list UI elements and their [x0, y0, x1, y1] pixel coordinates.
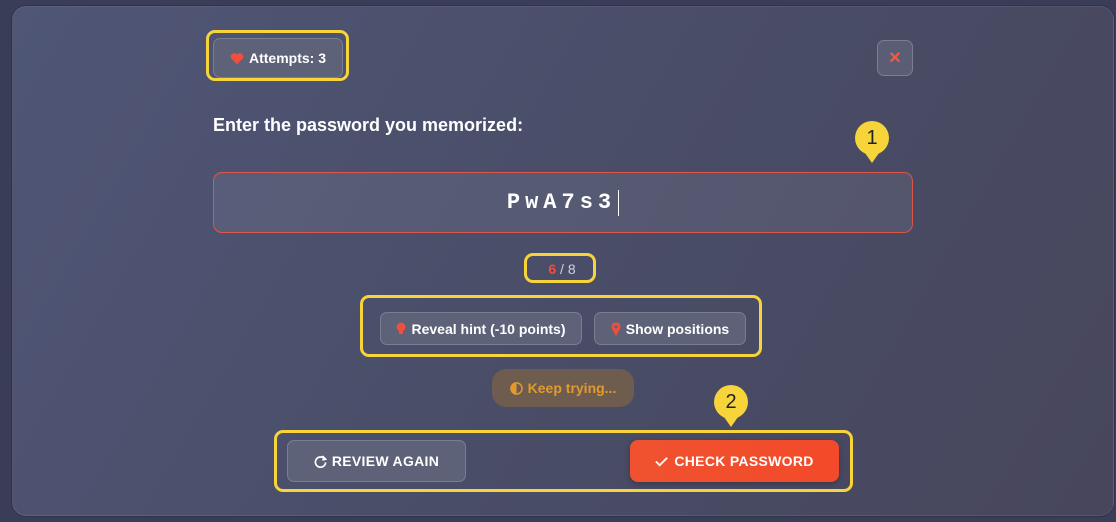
prompt-label: Enter the password you memorized:	[213, 115, 524, 135]
marker-2-label: 2	[725, 390, 737, 413]
map-pin-icon	[611, 321, 621, 336]
counter-total: 8	[567, 261, 576, 277]
close-icon: ✕	[888, 50, 902, 67]
status-label: Keep trying...	[527, 380, 617, 396]
close-button[interactable]: ✕	[877, 40, 913, 76]
refresh-icon	[314, 454, 327, 468]
show-positions-label: Show positions	[625, 320, 730, 337]
check-password-label: CHECK PASSWORD	[674, 453, 814, 469]
reveal-hint-button[interactable]: Reveal hint (-10 points)	[380, 312, 582, 345]
annotation-marker-2: 2	[714, 385, 748, 427]
review-again-label: REVIEW AGAIN	[331, 453, 440, 469]
heart-icon	[230, 52, 244, 65]
marker-1-label: 1	[866, 126, 878, 149]
password-input[interactable]: PwA7s3	[213, 172, 913, 233]
half-circle-icon	[509, 381, 523, 395]
annotation-marker-1: 1	[855, 121, 889, 163]
status-message: Keep trying...	[492, 369, 634, 407]
lightbulb-icon	[396, 322, 406, 336]
show-positions-button[interactable]: Show positions	[594, 312, 746, 345]
counter-current: 6	[548, 261, 557, 277]
character-counter: 6 / 8	[528, 256, 596, 282]
review-again-button[interactable]: REVIEW AGAIN	[287, 440, 466, 482]
check-password-button[interactable]: CHECK PASSWORD	[630, 440, 839, 482]
reveal-hint-label: Reveal hint (-10 points)	[411, 320, 566, 337]
attempts-label: Attempts: 3	[248, 50, 326, 66]
attempts-badge: Attempts: 3	[213, 38, 343, 78]
password-value: PwA7s3	[506, 190, 617, 215]
counter-separator: /	[556, 261, 568, 277]
text-caret	[618, 189, 620, 216]
check-icon	[655, 456, 669, 467]
